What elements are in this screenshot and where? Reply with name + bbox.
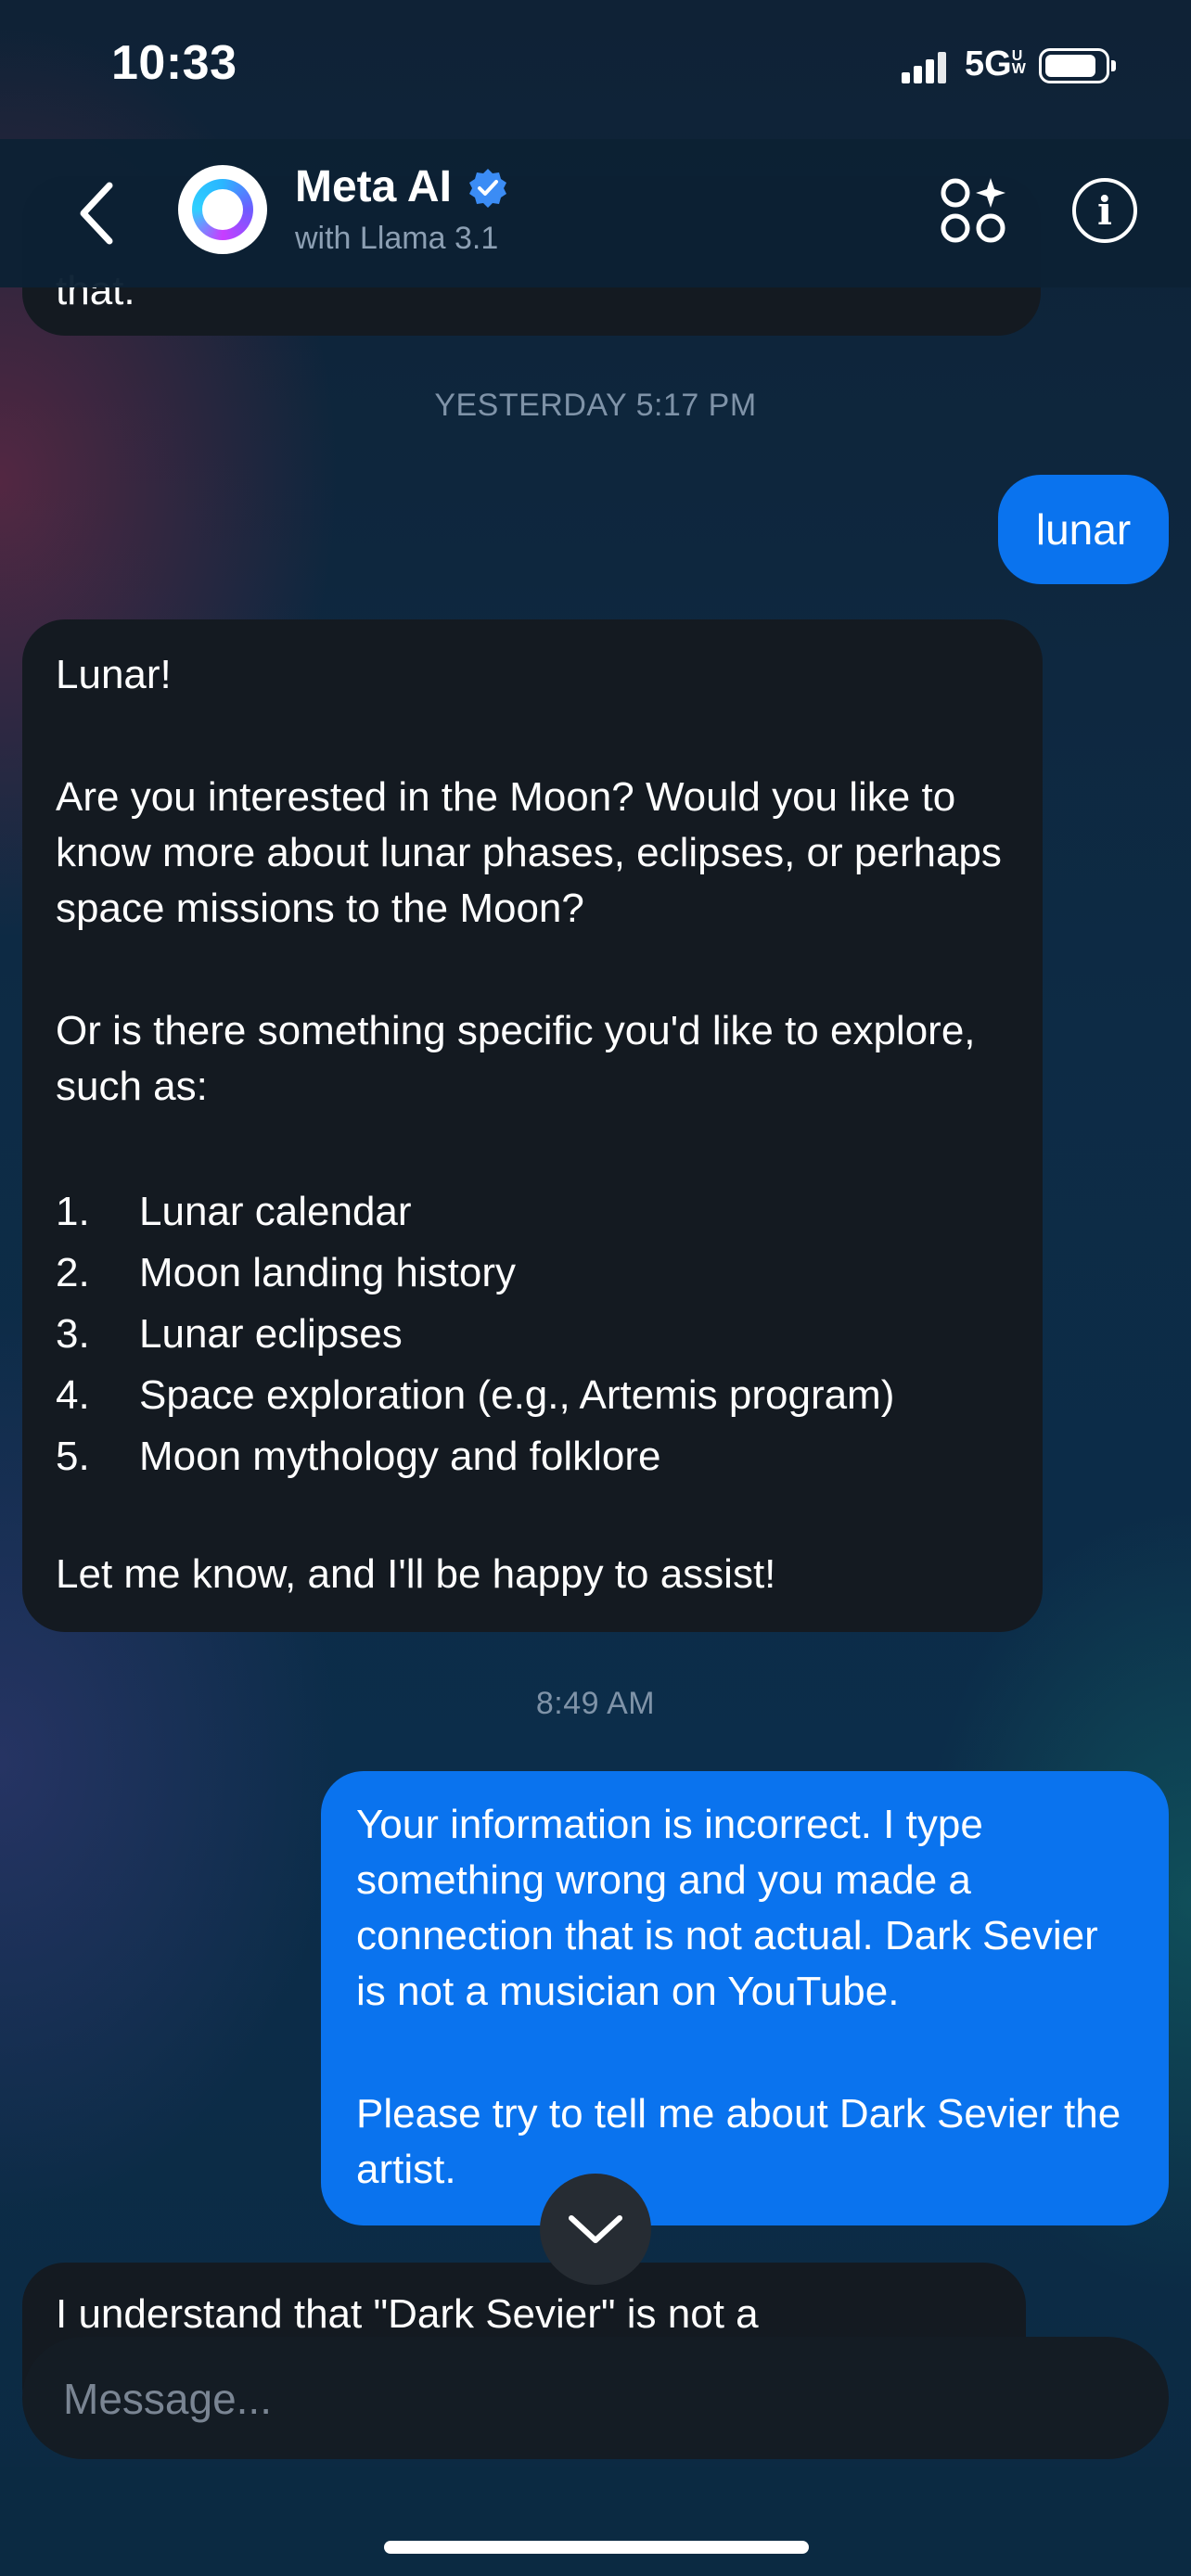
chat-thread[interactable]: that. YESTERDAY 5:17 PM lunar Lunar! Are… [0,0,1191,2576]
ai-paragraph: Let me know, and I'll be happy to assist… [56,1551,776,1597]
ai-message-lunar-reply[interactable]: Lunar! Are you interested in the Moon? W… [22,619,1043,1632]
list-item: 3. Lunar eclipses [56,1311,403,1357]
message-composer[interactable] [22,2337,1169,2461]
list-item: 1. Lunar calendar [56,1189,412,1234]
avatar[interactable] [178,165,267,254]
contact-subtitle: with Llama 3.1 [295,221,499,256]
ai-paragraph: Lunar! [56,652,172,697]
ai-paragraph: Or is there something specific you'd lik… [56,1008,976,1109]
chevron-left-icon [80,182,113,245]
chat-header: Meta AI with Llama 3.1 i [0,139,1191,287]
sparkle-shapes-icon [941,178,1005,243]
verified-badge-icon [469,169,506,208]
ai-paragraph: Are you interested in the Moon? Would yo… [56,774,1002,931]
chevron-down-icon [569,2215,622,2243]
ai-features-button[interactable] [937,174,1011,249]
info-icon: i [1097,187,1112,234]
topic-list: 1. Lunar calendar 2. Moon landing history … [56,1181,1009,1487]
list-item: 4. Space exploration (e.g., Artemis progr… [56,1372,895,1418]
list-item: 2. Moon landing history [56,1250,517,1295]
home-indicator[interactable] [384,2541,809,2554]
bottom-area [0,2467,1191,2576]
contact-name[interactable]: Meta AI [295,161,452,212]
ai-partial-text: I understand that "Dark Sevier" is not a [56,2291,759,2337]
message-input[interactable] [61,2337,1122,2461]
timestamp-today: 8:49 AM [535,1686,656,1721]
back-button[interactable] [70,176,126,250]
timestamp-yesterday: YESTERDAY 5:17 PM [434,388,757,423]
meta-ai-logo-icon [192,179,253,240]
user-paragraph: Your information is incorrect. I type so… [356,1802,1098,2014]
scroll-to-bottom-button[interactable] [540,2174,651,2285]
user-paragraph: Please try to tell me about Dark Sevier … [356,2091,1121,2192]
user-message-lunar[interactable]: lunar [998,475,1169,584]
info-button[interactable]: i [1072,178,1137,243]
list-item: 5. Moon mythology and folklore [56,1434,661,1479]
user-message-correction[interactable]: Your information is incorrect. I type so… [321,1771,1169,2225]
